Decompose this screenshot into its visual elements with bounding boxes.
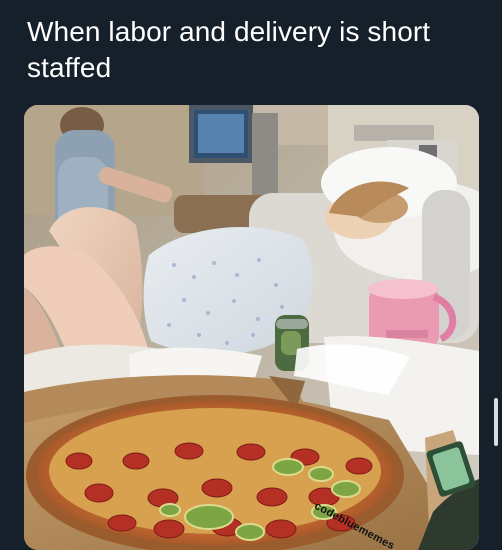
photo-illustration	[24, 105, 479, 550]
scrollbar[interactable]	[494, 398, 498, 446]
meme-photo[interactable]: codeblue​memes	[24, 105, 479, 550]
post-caption: When labor and delivery is short staffed	[27, 16, 431, 83]
